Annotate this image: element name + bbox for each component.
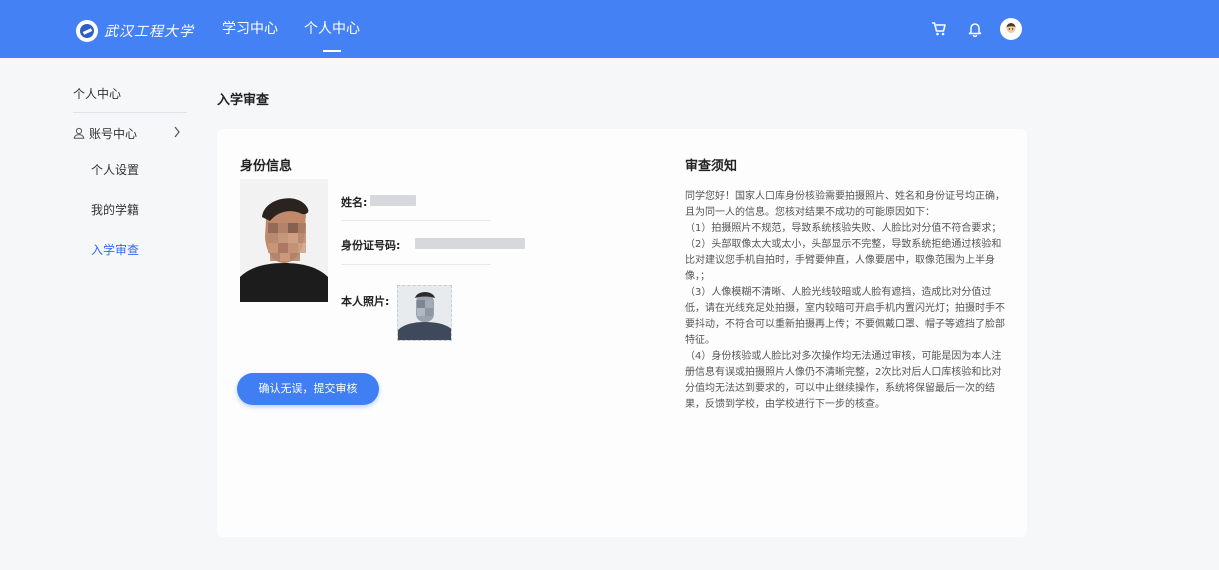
cart-icon[interactable] — [928, 18, 950, 40]
id-number-label: 身份证号码: — [341, 239, 401, 252]
sidebar-item-admission-review[interactable]: 入学审查 — [91, 240, 189, 260]
logo-text: 武汉工程大学 — [104, 24, 194, 40]
content-card: 身份信息 姓名: 身份证号码: 本人照片: 确认无误，提交审核 审查须知 同学您… — [217, 129, 1027, 537]
avatar-icon[interactable] — [1000, 18, 1022, 40]
sidebar: 个人中心 账号中心 个人设置 我的学籍 入学审查 — [73, 82, 189, 260]
top-navigation-bar: 武汉工程大学 学习中心 个人中心 — [0, 0, 1219, 58]
university-logo[interactable]: 武汉工程大学 — [76, 20, 194, 42]
id-number-value-redacted — [415, 238, 525, 249]
chevron-right-icon — [173, 126, 181, 141]
sidebar-item-personal-settings[interactable]: 个人设置 — [91, 160, 189, 180]
nav-item-personal-center[interactable]: 个人中心 — [304, 0, 360, 58]
self-photo[interactable] — [397, 285, 452, 341]
page-title: 入学审查 — [217, 93, 270, 108]
field-divider — [341, 264, 491, 265]
header-actions — [928, 18, 1022, 40]
user-icon — [73, 127, 85, 139]
notice-paragraph: 同学您好！国家人口库身份核验需要拍摄照片、姓名和身份证号均正确，且为同一人的信息… — [685, 191, 1005, 218]
field-divider — [341, 220, 491, 221]
bell-icon[interactable] — [964, 18, 986, 40]
notice-paragraph: （1）拍摄照片不规范，导致系统核验失败、人脸比对分值不符合要求； — [685, 223, 1002, 234]
main-nav: 学习中心 个人中心 — [222, 0, 386, 58]
sidebar-divider — [73, 112, 187, 113]
name-value-redacted — [370, 195, 416, 206]
review-notice-text: 同学您好！国家人口库身份核验需要拍摄照片、姓名和身份证号均正确，且为同一人的信息… — [685, 189, 1007, 413]
notice-paragraph: （4）身份核验或人脸比对多次操作均无法通过审核，可能是因为本人注册信息有误或拍摄… — [685, 351, 1002, 410]
id-photo — [240, 179, 328, 302]
notice-section-title: 审查须知 — [685, 159, 738, 174]
submit-review-button[interactable]: 确认无误，提交审核 — [237, 373, 379, 405]
emblem-icon — [76, 20, 98, 42]
notice-paragraph: （2）头部取像太大或太小，头部显示不完整，导致系统拒绝通过核验和比对建议您手机自… — [685, 239, 1002, 282]
sidebar-title[interactable]: 个人中心 — [73, 82, 189, 106]
name-label: 姓名: — [341, 196, 368, 209]
sidebar-item-my-enrollment[interactable]: 我的学籍 — [91, 200, 189, 220]
identity-section-title: 身份信息 — [240, 159, 293, 174]
notice-paragraph: （3）人像模糊不清晰、人脸光线较暗或人脸有遮挡，造成比对分值过低，请在光线充足处… — [685, 287, 1005, 346]
sidebar-group-account-center[interactable]: 账号中心 — [73, 121, 189, 145]
self-photo-label: 本人照片: — [341, 295, 390, 308]
nav-item-learning-center[interactable]: 学习中心 — [222, 0, 278, 58]
sidebar-group-label: 账号中心 — [89, 126, 138, 141]
